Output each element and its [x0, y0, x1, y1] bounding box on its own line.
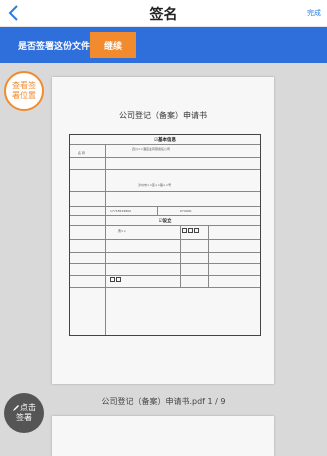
form-vline [180, 225, 181, 287]
tap-to-sign-button[interactable]: 点击 签署 [4, 393, 44, 433]
form-line [70, 157, 260, 158]
view-sign-position-button[interactable]: 查看签 署位置 [4, 71, 44, 111]
view-position-label-line2: 署位置 [12, 91, 36, 100]
document-page: 公司登记（备案）申请书 ☑基本信息 名 称 四川××酒店业有限责任公司 泸州市×… [52, 77, 274, 384]
continue-button[interactable]: 继续 [90, 32, 136, 58]
document-title: 公司登记（备案）申请书 [119, 111, 207, 120]
document-page-2 [52, 416, 274, 456]
form-line [70, 144, 260, 145]
section-basic-info: ☑基本信息 [153, 138, 177, 143]
done-button[interactable]: 完成 [307, 8, 321, 18]
address: 泸州市××区××路××号 [138, 183, 172, 187]
form-cell-label: 名 称 [78, 151, 85, 155]
checkbox-group [182, 228, 200, 233]
sign-label-line2: 签署 [16, 413, 32, 422]
form-vline [208, 225, 209, 287]
form-line [70, 191, 260, 192]
document-viewer[interactable]: 公司登记（备案）申请书 ☑基本信息 名 称 四川××酒店业有限责任公司 泸州市×… [0, 63, 327, 456]
form-line [70, 239, 260, 240]
form-line [70, 275, 260, 276]
form-vline [105, 144, 106, 335]
section-establish: ☑设立 [158, 219, 172, 224]
application-form: ☑基本信息 名 称 四川××酒店业有限责任公司 泸州市××区××路××号 177… [69, 134, 261, 336]
sign-prompt-bar: 是否签署这份文件 继续 [0, 27, 327, 63]
page-title: 签名 [149, 7, 178, 23]
form-line [70, 169, 260, 170]
form-line [70, 206, 260, 207]
file-page-label: 公司登记（备案）申请书.pdf 1 / 9 [101, 397, 226, 406]
sign-question: 是否签署这份文件 [18, 42, 91, 52]
form-line [70, 252, 260, 253]
view-position-label-line1: 查看签 [12, 81, 36, 90]
form-vline [157, 206, 158, 215]
pen-icon [13, 405, 19, 411]
legal-rep: 曹×× [118, 229, 127, 233]
form-line [70, 263, 260, 264]
form-line [70, 215, 260, 216]
form-line [70, 287, 260, 288]
checkbox-group [110, 277, 122, 282]
company-name: 四川××酒店业有限责任公司 [132, 147, 171, 151]
phone: 17718529860 [110, 209, 131, 213]
sign-label-line1: 点击 [20, 403, 36, 412]
form-line [70, 225, 260, 226]
navigation-bar: 签名 完成 [0, 0, 327, 27]
postcode: 670000 [180, 209, 192, 213]
